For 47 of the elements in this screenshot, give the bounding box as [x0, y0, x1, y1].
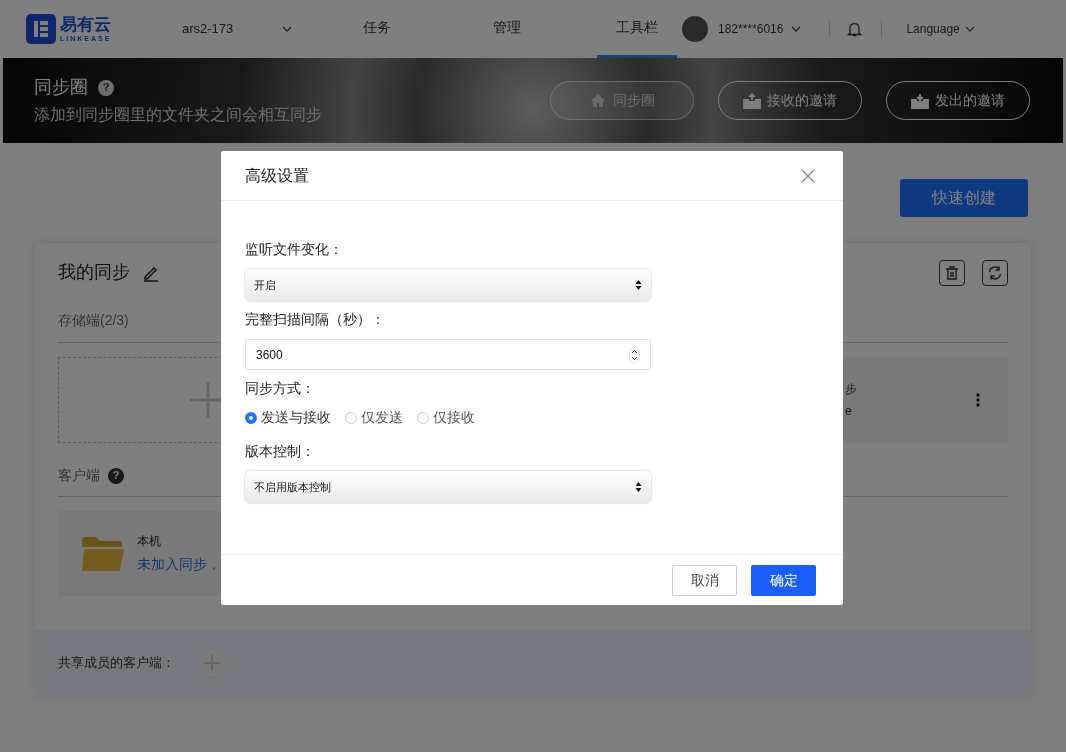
section-label: 存储端(2/3)	[58, 311, 129, 330]
field-label: 版本控制：	[245, 442, 316, 461]
language-dropdown[interactable]: Language	[906, 20, 975, 38]
shared-label: 共享成员的客户端：	[58, 653, 175, 672]
nav-tab[interactable]: 任务	[337, 0, 417, 58]
more-icon[interactable]	[976, 393, 980, 407]
storage-name: 步	[845, 381, 857, 398]
select-arrows-icon	[635, 279, 642, 291]
field-label: 监听文件变化：	[245, 240, 344, 259]
field-label: 完整扫描间隔（秒）：	[245, 310, 386, 329]
bell-icon[interactable]	[847, 21, 863, 37]
close-icon[interactable]	[801, 168, 815, 183]
device-dropdown[interactable]: ars2-173	[182, 19, 292, 39]
storage-detail: e	[845, 403, 853, 420]
outbox-icon	[911, 92, 929, 109]
user-dropdown[interactable]: 182****6016	[718, 20, 802, 38]
card-title: 我的同步	[58, 261, 130, 284]
radio-option[interactable]: 仅接收	[417, 407, 475, 428]
logo-name: 易有云	[60, 16, 112, 33]
stepper-icon[interactable]	[629, 346, 640, 363]
dialog-title: 高级设置	[245, 165, 309, 186]
caret-icon	[282, 26, 292, 32]
logo-icon	[26, 14, 56, 44]
refresh-icon[interactable]	[982, 259, 1008, 286]
inbox-icon	[743, 92, 761, 109]
select-arrows-icon	[635, 481, 642, 493]
avatar	[682, 16, 708, 42]
client-status-link[interactable]: 未加入同步，	[137, 554, 221, 575]
caret-icon	[964, 26, 975, 32]
select-field[interactable]: 开启	[245, 269, 651, 301]
help-icon[interactable]: ?	[98, 79, 114, 96]
number-input[interactable]: 3600	[245, 339, 651, 370]
dialog-button[interactable]: 确定	[751, 564, 816, 596]
folder-icon	[82, 536, 124, 571]
help-icon[interactable]: ?	[108, 467, 124, 484]
delete-icon[interactable]	[939, 259, 965, 286]
caret-icon	[791, 26, 802, 32]
section-label: 客户端	[58, 466, 100, 485]
nav-tab[interactable]: 管理	[467, 0, 547, 58]
client-name: 本机	[137, 533, 162, 550]
radio-option[interactable]: 仅发送	[345, 407, 403, 428]
banner-title: 同步圈	[34, 76, 88, 99]
field-label: 同步方式：	[245, 379, 316, 398]
quick-create-button[interactable]: 快速创建	[900, 179, 1028, 217]
radio-option[interactable]: 发送与接收	[245, 407, 331, 428]
dialog-button[interactable]: 取消	[672, 564, 737, 596]
select-field[interactable]: 不启用版本控制	[245, 471, 651, 503]
